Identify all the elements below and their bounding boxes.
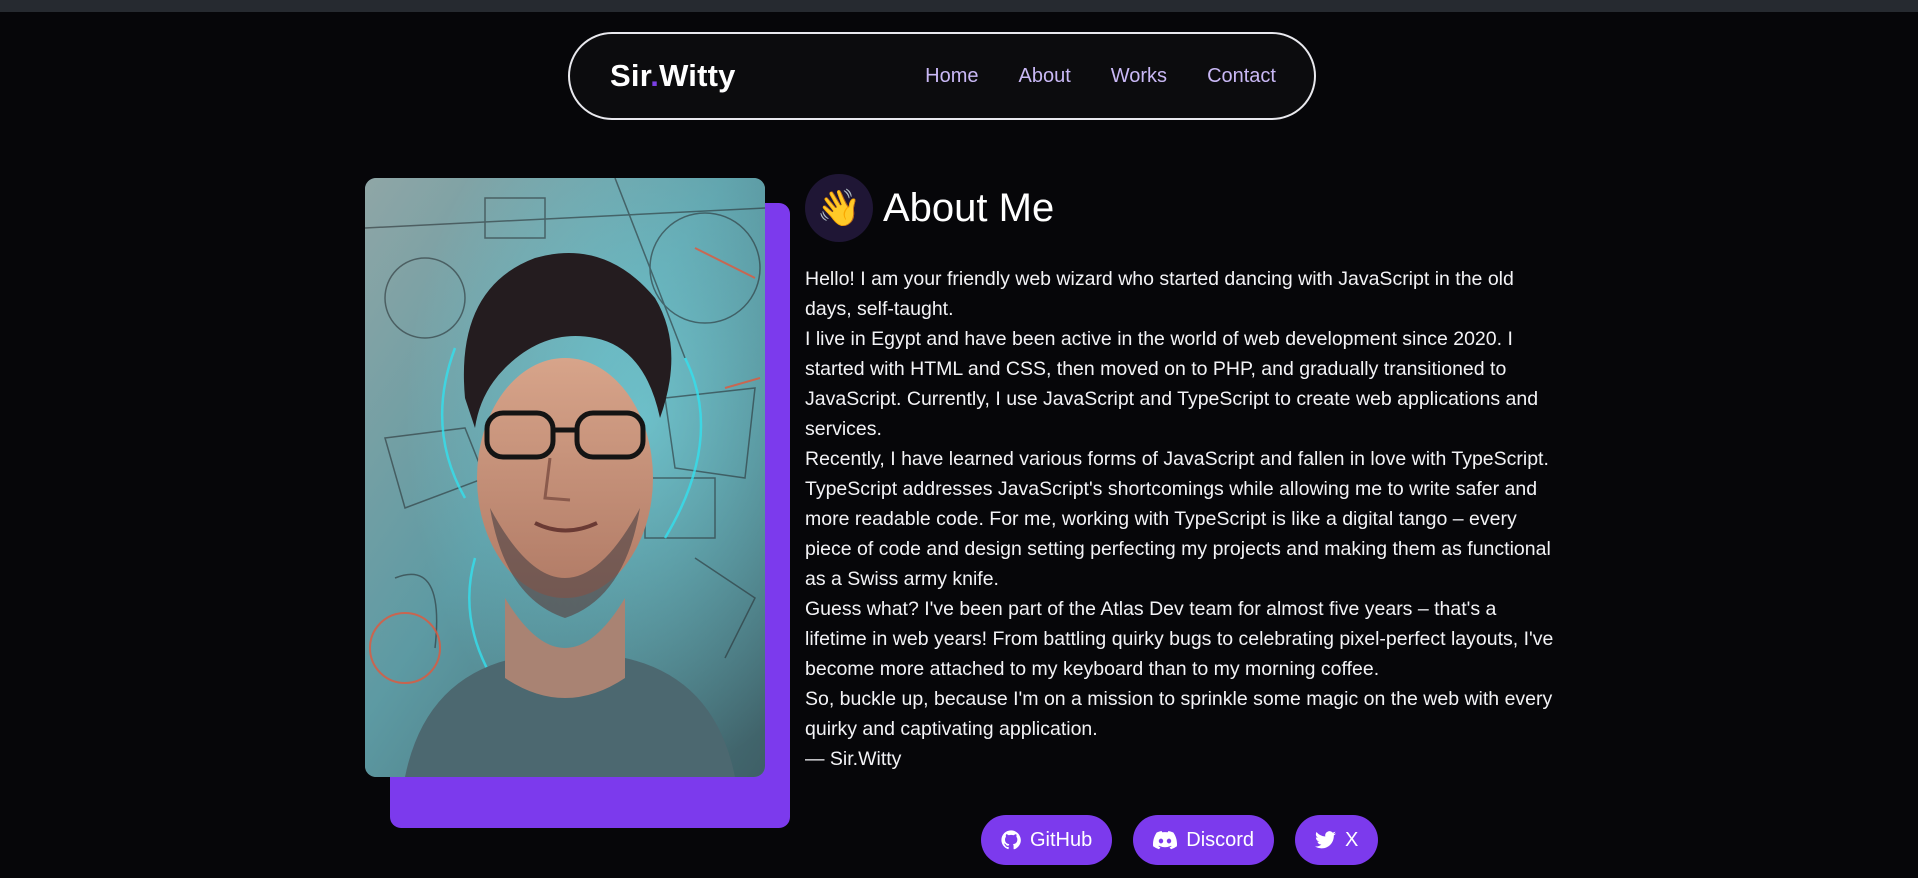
about-bio: Hello! I am your friendly web wizard who… — [805, 264, 1555, 774]
about-title: About Me — [883, 185, 1055, 230]
github-icon — [1001, 830, 1021, 850]
nav-links: Home About Works Contact — [925, 65, 1276, 88]
bio-paragraph: I live in Egypt and have been active in … — [805, 328, 1539, 440]
nav-link-home[interactable]: Home — [925, 65, 978, 88]
browser-top-strip — [0, 0, 1918, 12]
brand-logo[interactable]: Sir.Witty — [610, 58, 736, 94]
bio-paragraph: Recently, I have learned various forms o… — [805, 448, 1551, 590]
waving-hand-icon: 👋 — [805, 174, 873, 242]
discord-icon — [1153, 831, 1178, 850]
brand-name-second: Witty — [659, 58, 736, 93]
social-links: GitHub Discord X — [981, 815, 1379, 865]
nav-link-contact[interactable]: Contact — [1207, 65, 1276, 88]
twitter-bird-icon — [1315, 831, 1337, 849]
about-header: 👋 About Me — [805, 172, 1565, 244]
bio-paragraph: Hello! I am your friendly web wizard who… — [805, 268, 1514, 320]
brand-dot: . — [650, 58, 660, 93]
brand-name-first: Sir — [610, 58, 651, 93]
discord-label: Discord — [1186, 828, 1255, 851]
profile-photo-card — [365, 178, 791, 828]
x-button[interactable]: X — [1295, 815, 1379, 865]
profile-portrait — [365, 178, 765, 777]
github-button[interactable]: GitHub — [981, 815, 1113, 865]
navbar: Sir.Witty Home About Works Contact — [568, 32, 1316, 120]
about-section: 👋 About Me Hello! I am your friendly web… — [805, 172, 1565, 774]
nav-link-about[interactable]: About — [1018, 65, 1070, 88]
x-label: X — [1345, 828, 1359, 851]
bio-signature: — Sir.Witty — [805, 748, 902, 770]
bio-paragraph: So, buckle up, because I'm on a mission … — [805, 688, 1553, 740]
nav-link-works[interactable]: Works — [1111, 65, 1167, 88]
discord-button[interactable]: Discord — [1133, 815, 1275, 865]
github-label: GitHub — [1030, 828, 1093, 851]
bio-paragraph: Guess what? I've been part of the Atlas … — [805, 598, 1554, 680]
